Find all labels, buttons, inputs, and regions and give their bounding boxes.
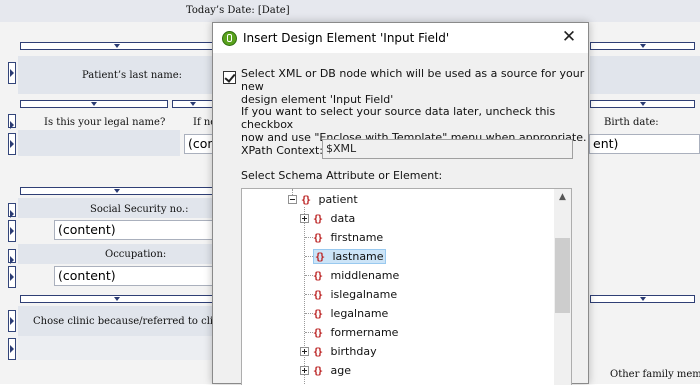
tree-node-label: legalname (330, 307, 389, 320)
row-marker[interactable] (8, 62, 16, 84)
plus-expander-icon[interactable] (300, 214, 309, 223)
schema-tree[interactable]: {} patient {} data {} firstname {} lastn… (241, 188, 572, 385)
form-cell (18, 336, 214, 360)
source-node-checkbox[interactable] (223, 71, 236, 84)
element-braces-icon: {} (313, 214, 323, 225)
section-bar[interactable] (20, 42, 214, 50)
row-marker[interactable] (8, 133, 16, 155)
section-bar[interactable] (172, 100, 214, 108)
tree-node-label: data (330, 212, 356, 225)
altova-app-icon (222, 31, 237, 46)
element-braces-icon: {} (313, 366, 323, 377)
tree-guide-line (305, 275, 313, 276)
plus-expander-icon[interactable] (300, 366, 309, 375)
row-marker[interactable] (8, 114, 16, 129)
insert-input-field-dialog: Insert Design Element 'Input Field' ✕ Se… (212, 22, 589, 385)
section-bar[interactable] (20, 100, 168, 108)
close-icon[interactable]: ✕ (560, 28, 578, 46)
birth-date-content-field[interactable]: ent) (589, 134, 700, 154)
element-braces-icon: {} (301, 195, 311, 206)
tree-node-label: age (330, 364, 352, 377)
row-marker[interactable] (8, 203, 16, 218)
other-family-member-label: Other family member (610, 369, 700, 380)
dialog-title: Insert Design Element 'Input Field' (243, 31, 450, 45)
tree-guide-line (305, 237, 313, 238)
legal-name-question-label: Is this your legal name? (44, 117, 166, 128)
tree-scrollbar[interactable]: ▲ (554, 189, 571, 385)
checkbox-label[interactable]: Select XML or DB node which will be used… (241, 67, 588, 106)
element-braces-icon: {} (313, 290, 323, 301)
legal-name-content-field[interactable]: (con (184, 134, 214, 154)
plus-expander-icon[interactable] (300, 347, 309, 356)
tree-guide-line (305, 332, 313, 333)
tree-guide-line (304, 207, 305, 385)
section-bar[interactable] (20, 295, 214, 303)
tree-node-label: firstname (330, 231, 384, 244)
tree-node-label: middlename (330, 269, 400, 282)
minus-expander-icon[interactable] (288, 195, 297, 204)
form-cell (590, 56, 700, 94)
todays-date-label: Today’s Date: [Date] (186, 5, 290, 16)
xpath-context-label: XPath Context: (241, 144, 323, 157)
section-bar[interactable] (590, 295, 695, 303)
occupation-label: Occupation: (105, 249, 167, 260)
hint-line1: If you want to select your source data l… (241, 105, 556, 131)
element-braces-icon: {} (313, 271, 323, 282)
tree-node-partial: {} (313, 380, 327, 385)
element-braces-icon: {} (315, 252, 325, 263)
occupation-content-field[interactable]: (content) (54, 266, 214, 286)
ssn-label: Social Security no.: (90, 204, 189, 215)
tree-node-label: formername (330, 326, 399, 339)
section-bar[interactable] (590, 100, 695, 108)
row-marker[interactable] (8, 249, 16, 264)
element-braces-icon: {} (313, 328, 323, 339)
tree-node-label: lastname (332, 250, 384, 263)
section-bar[interactable] (20, 187, 214, 195)
tree-guide-line (305, 313, 313, 314)
form-cell (18, 130, 180, 156)
xpath-context-field: $XML (322, 139, 573, 159)
tree-node-label: birthday (330, 345, 377, 358)
element-braces-icon: {} (313, 381, 327, 385)
tree-guide-line (305, 256, 313, 257)
element-braces-icon: {} (313, 233, 323, 244)
patient-last-name-label: Patient’s last name: (82, 70, 182, 81)
schema-tree-label: Select Schema Attribute or Element: (241, 169, 443, 182)
element-braces-icon: {} (313, 347, 323, 358)
row-marker[interactable] (8, 338, 16, 360)
birth-date-label: Birth date: (604, 117, 659, 128)
row-marker[interactable] (8, 220, 16, 242)
header-row (0, 0, 700, 22)
ssn-content-field[interactable]: (content) (54, 220, 214, 240)
checkbox-label-line1: Select XML or DB node which will be used… (241, 67, 585, 93)
row-marker[interactable] (8, 266, 16, 288)
tree-node-label: islegalname (330, 288, 398, 301)
tree-guide-line (305, 294, 313, 295)
element-braces-icon: {} (313, 309, 323, 320)
tree-node-label: patient (318, 193, 358, 206)
section-bar[interactable] (590, 42, 695, 50)
dialog-titlebar[interactable]: Insert Design Element 'Input Field' ✕ (213, 23, 588, 53)
scrollbar-thumb[interactable] (555, 238, 570, 313)
scroll-up-icon[interactable]: ▲ (554, 189, 571, 206)
row-marker[interactable] (8, 310, 16, 332)
